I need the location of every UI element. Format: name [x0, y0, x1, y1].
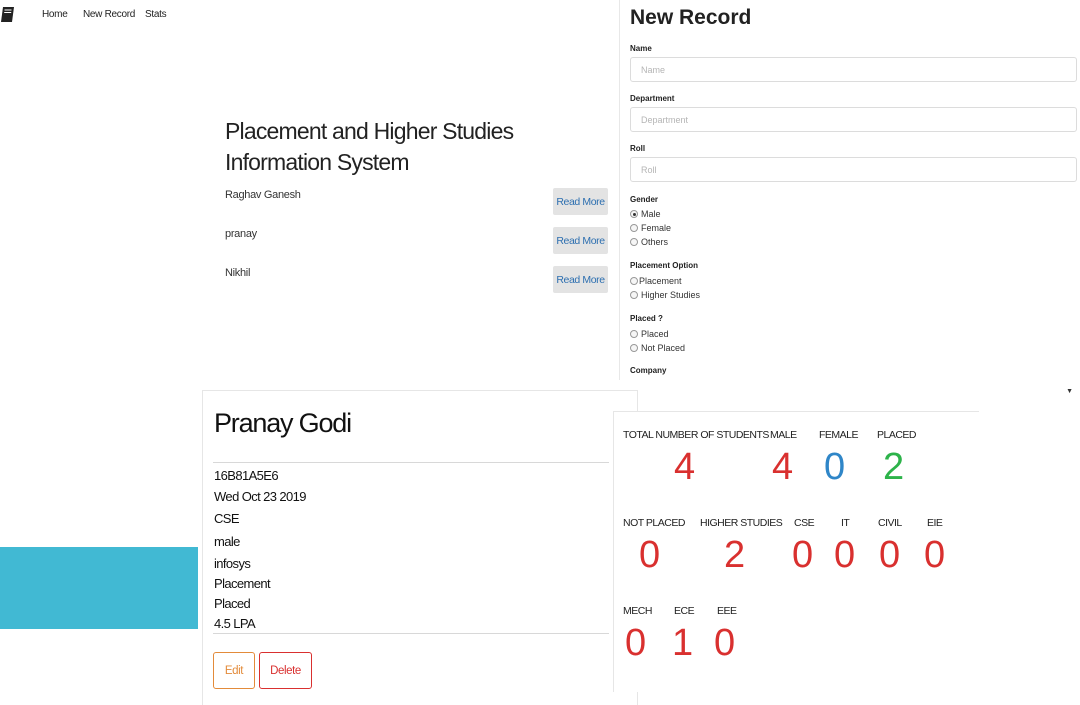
stat-value-cse: 0 — [792, 534, 813, 576]
name-input[interactable] — [630, 57, 1077, 82]
name-label: Name — [630, 44, 652, 53]
detail-placement-option: Placement — [214, 576, 271, 591]
roll-label: Roll — [630, 144, 646, 153]
nav-home-link[interactable]: Home — [42, 9, 68, 20]
stat-label-not-placed: NOT PLACED — [623, 517, 685, 529]
divider — [213, 633, 609, 634]
read-more-button-pranay[interactable]: Read More — [553, 227, 608, 254]
stat-label-ece: ECE — [674, 605, 695, 617]
edit-button[interactable]: Edit — [213, 652, 255, 689]
radio-unchecked-icon[interactable] — [630, 277, 638, 285]
read-more-button-raghav[interactable]: Read More — [553, 188, 608, 215]
radio-unchecked-icon[interactable] — [630, 344, 638, 352]
stat-label-total: TOTAL NUMBER OF STUDENTS — [623, 429, 769, 441]
gender-option-female[interactable]: Female — [630, 222, 671, 234]
radio-checked-icon[interactable] — [630, 210, 638, 218]
stat-label-placed: PLACED — [877, 429, 917, 441]
gender-option-male[interactable]: Male — [630, 208, 661, 220]
stat-value-mech: 0 — [625, 622, 646, 664]
stat-label-female: FEMALE — [819, 429, 859, 441]
stat-value-male: 4 — [772, 446, 793, 488]
stat-value-total: 4 — [674, 446, 695, 488]
stat-label-eie: EIE — [927, 517, 943, 529]
gender-label: Gender — [630, 195, 659, 204]
student-name-pranay: pranay — [225, 228, 257, 240]
placement-option-higher-studies[interactable]: Higher Studies — [630, 289, 700, 301]
company-select[interactable]: ▼ — [691, 381, 1076, 405]
detail-placed-status: Placed — [214, 596, 251, 611]
department-label: Department — [630, 94, 675, 103]
stat-value-female: 0 — [824, 446, 845, 488]
detail-gender: male — [214, 534, 240, 549]
radio-unchecked-icon[interactable] — [630, 330, 638, 338]
form-title: New Record — [630, 6, 752, 29]
detail-company: infosys — [214, 556, 251, 571]
nav-stats-link[interactable]: Stats — [145, 9, 167, 20]
stat-label-cse: CSE — [794, 517, 815, 529]
placed-label: Placed ? — [630, 314, 663, 323]
company-label: Company — [630, 366, 667, 375]
new-record-form: New Record Name Department Roll Gender M… — [619, 0, 1080, 380]
stat-value-higher-studies: 2 — [724, 534, 745, 576]
book-icon[interactable] — [0, 6, 16, 24]
placed-option-placed[interactable]: Placed — [630, 328, 669, 340]
stats-card: TOTAL NUMBER OF STUDENTS 4 MALE 4 FEMALE… — [613, 411, 979, 692]
detail-date: Wed Oct 23 2019 — [214, 489, 307, 504]
stat-label-male: MALE — [770, 429, 797, 441]
stat-value-placed: 2 — [883, 446, 904, 488]
stat-label-mech: MECH — [623, 605, 652, 617]
stat-value-eie: 0 — [924, 534, 945, 576]
page-title: Placement and Higher Studies Information… — [225, 118, 514, 175]
student-detail-card: Pranay Godi 16B81A5E6 Wed Oct 23 2019 CS… — [202, 390, 638, 705]
delete-button[interactable]: Delete — [259, 652, 312, 689]
detail-roll: 16B81A5E6 — [214, 468, 279, 483]
student-name-nikhil: Nikhil — [225, 267, 251, 279]
detail-package: 4.5 LPA — [214, 616, 256, 631]
detail-department: CSE — [214, 511, 240, 526]
read-more-button-nikhil[interactable]: Read More — [553, 266, 608, 293]
student-name-raghav: Raghav Ganesh — [225, 189, 301, 201]
stat-label-civil: CIVIL — [878, 517, 902, 529]
radio-unchecked-icon[interactable] — [630, 291, 638, 299]
placed-option-not-placed[interactable]: Not Placed — [630, 342, 685, 354]
teal-background-block — [0, 547, 198, 629]
placement-option-placement[interactable]: Placement — [630, 275, 682, 287]
stat-value-not-placed: 0 — [639, 534, 660, 576]
stat-label-higher-studies: HIGHER STUDIES — [700, 517, 783, 529]
stat-value-it: 0 — [834, 534, 855, 576]
roll-input[interactable] — [630, 157, 1077, 182]
caret-down-icon[interactable]: ▼ — [1066, 388, 1073, 395]
stat-label-eee: EEE — [717, 605, 737, 617]
radio-unchecked-icon[interactable] — [630, 224, 638, 232]
stat-value-civil: 0 — [879, 534, 900, 576]
student-detail-name: Pranay Godi — [214, 408, 352, 438]
department-input[interactable] — [630, 107, 1077, 132]
divider — [213, 462, 609, 463]
gender-option-others[interactable]: Others — [630, 236, 668, 248]
radio-unchecked-icon[interactable] — [630, 238, 638, 246]
stat-value-ece: 1 — [672, 622, 693, 664]
placement-option-label: Placement Option — [630, 261, 699, 270]
stat-value-eee: 0 — [714, 622, 735, 664]
nav-new-record-link[interactable]: New Record — [83, 9, 135, 20]
stat-label-it: IT — [841, 517, 850, 529]
